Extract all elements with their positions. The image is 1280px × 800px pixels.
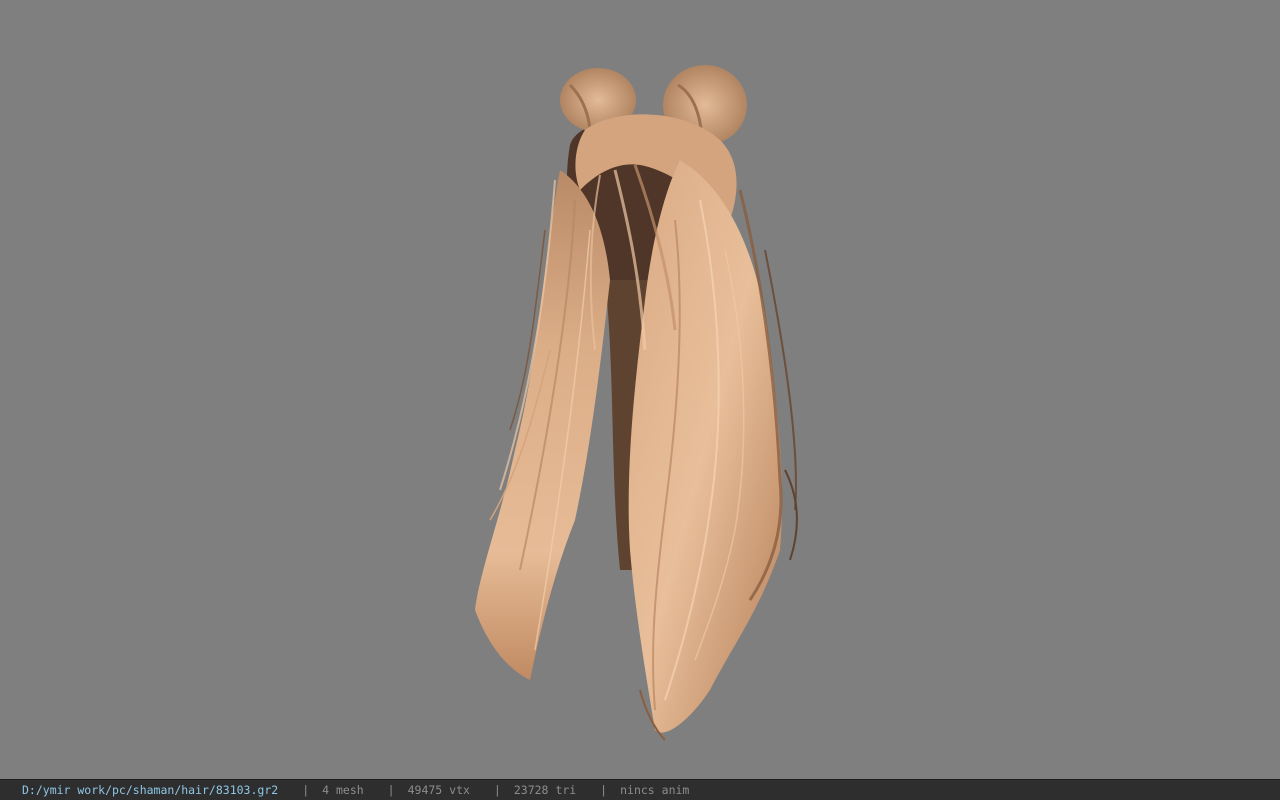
separator: | — [302, 783, 310, 797]
triangle-count: 23728 tri — [513, 783, 577, 797]
separator: | — [387, 783, 395, 797]
mesh-count: 4 mesh — [322, 783, 364, 797]
long-hair-twin-buns-model[interactable] — [440, 50, 820, 750]
status-bar: D:/ymir work/pc/shaman/hair/83103.gr2 | … — [0, 779, 1280, 800]
vertex-count: 49475 vtx — [407, 783, 470, 797]
3d-viewport[interactable] — [0, 0, 1280, 779]
file-path: D:/ymir work/pc/shaman/hair/83103.gr2 — [22, 783, 279, 797]
separator: | — [493, 783, 501, 797]
separator: | — [600, 783, 608, 797]
anim-status: nincs anim — [620, 783, 690, 797]
